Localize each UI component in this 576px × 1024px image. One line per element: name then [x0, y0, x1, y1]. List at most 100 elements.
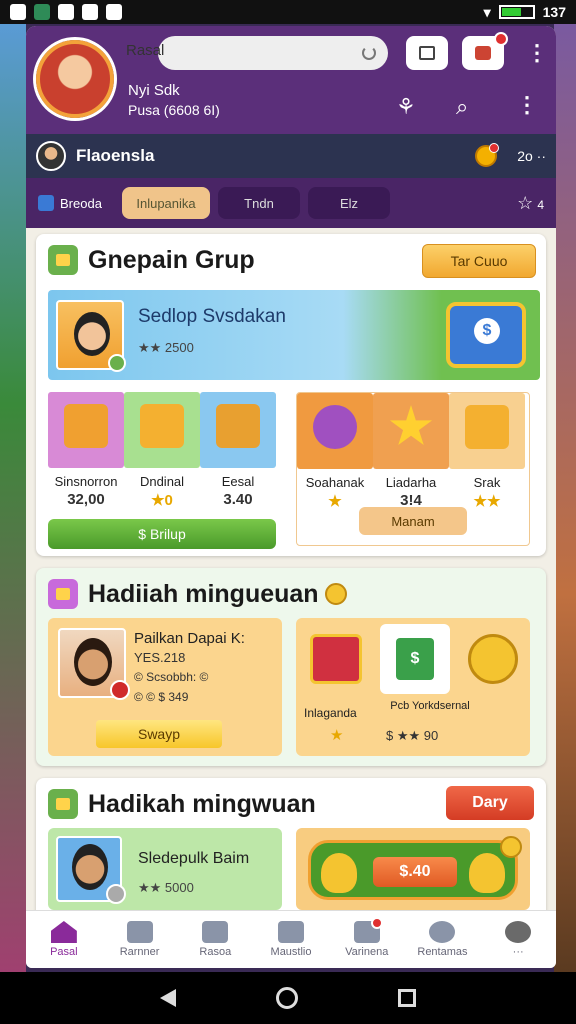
item-label: Eesal [221, 474, 255, 489]
group-action-button[interactable]: Tar Cuuo [422, 244, 536, 278]
search-icon[interactable]: ⌕ [456, 94, 468, 120]
player-name: Nyi Sdk [128, 82, 180, 99]
daily-button[interactable]: Dary [446, 786, 534, 820]
item-value: $ ★★ 90 [386, 728, 439, 743]
star-icon: ★ [330, 727, 344, 744]
reload-icon[interactable] [362, 46, 376, 60]
profile-avatar[interactable] [36, 40, 114, 118]
nav-label: ··· [512, 946, 524, 958]
safe-icon [446, 302, 526, 368]
item-label: Pcb Yorkdsernal [390, 700, 470, 712]
user-row: Flaoensla 2o ·· [26, 134, 556, 178]
tab-bar: Breoda Inlupanika Tndn Elz ☆ 4 [26, 178, 556, 228]
avatar[interactable] [36, 141, 66, 171]
notification-badge [494, 32, 508, 46]
item-label: Srak [473, 475, 501, 490]
favorites-star-icon[interactable]: ☆ 4 [517, 193, 544, 214]
reward-panel[interactable]: Pailkan Dapai K: YES.218 © Scsobbh: © © … [48, 618, 282, 756]
manage-button[interactable]: Manam [359, 507, 467, 535]
tab-elz[interactable]: Elz [308, 187, 390, 219]
game-background [554, 24, 576, 974]
coin-count: 2o ·· [517, 148, 546, 164]
profile-icon [429, 921, 456, 943]
item-value: ★0 [151, 492, 173, 509]
nav-item-profile[interactable]: Rentamas [405, 911, 481, 968]
mail-icon [48, 579, 78, 609]
list-item[interactable]: Eesal 3.40 [200, 392, 276, 509]
weekly-title: Sledepulk Baim [138, 850, 250, 867]
coin-jar-icon [465, 405, 509, 449]
tab-breoda[interactable]: Breoda [38, 187, 114, 219]
list-item[interactable]: Sinsnorron 32,00 [48, 392, 124, 509]
cash-icon [380, 624, 450, 694]
thumbs-up-icon [469, 853, 505, 893]
reward-title: Pailkan Dapai K: [134, 630, 245, 647]
buy-button[interactable]: $ Brilup [48, 519, 276, 549]
nav-item-shop[interactable]: Varinena [329, 911, 405, 968]
tab-label: Inlupanika [136, 195, 196, 211]
value-pill[interactable]: $.40 [373, 857, 457, 887]
tab-tndn[interactable]: Tndn [218, 187, 300, 219]
status-time: 137 [542, 4, 566, 20]
item-label: Sinsnorron [54, 474, 118, 489]
tab-inlupanika[interactable]: Inlupanika [122, 187, 210, 219]
app-notification-icon [34, 4, 50, 20]
coin-icon[interactable] [475, 143, 500, 167]
bottom-nav: Pasal Rarnner Rasoa Maustlio Varinena Re… [26, 910, 556, 968]
nav-item-rocket[interactable]: Rarnner [102, 911, 178, 968]
nav-item-calendar[interactable]: Rasoa [177, 911, 253, 968]
item-value: 32,00 [67, 491, 105, 508]
home-icon [50, 921, 77, 943]
nav-item-home[interactable]: Pasal [26, 911, 102, 968]
weekly-reward-card: Hadiiah mingueuan Pailkan Dapai K: YES.2… [36, 568, 546, 766]
gift-button[interactable] [462, 32, 508, 70]
reward-detail: © Scsobbh: © [134, 670, 209, 684]
coin-icon [324, 583, 347, 605]
list-item[interactable]: Srak ★★ [449, 393, 525, 510]
more-icon[interactable]: ⋮ [516, 94, 538, 116]
back-icon[interactable] [160, 989, 176, 1007]
list-item[interactable]: Soahanak ★ [297, 393, 373, 510]
reward-detail: © © $ 349 [134, 690, 189, 704]
star-icon [389, 405, 433, 446]
notification-icon [10, 4, 26, 20]
notification-badge [489, 143, 500, 153]
list-item[interactable]: Dndinal ★0 [124, 392, 200, 509]
notification-badge [370, 917, 383, 929]
tabs-button[interactable] [406, 36, 448, 70]
weekly-panel[interactable]: Sledepulk Baim ★★ 5000 [48, 828, 282, 910]
notification-icon [106, 4, 122, 20]
avatar [58, 628, 130, 700]
nav-label: Rarnner [119, 946, 160, 958]
nav-item-settings[interactable]: ··· [480, 911, 556, 968]
recents-icon[interactable] [398, 989, 416, 1007]
tab-label: Elz [339, 195, 359, 211]
game-background [0, 24, 26, 974]
system-nav-bar [0, 972, 576, 1024]
featured-banner[interactable]: Sedlop Svsdakan ★★ 2500 [48, 290, 540, 380]
item-label: Inlaganda [304, 706, 357, 720]
notification-icon [82, 4, 98, 20]
nav-item-mail[interactable]: Maustlio [253, 911, 329, 968]
claim-button[interactable]: Swayp [96, 720, 222, 748]
gift-icon [475, 46, 491, 60]
banner-stars: ★★ 2500 [138, 340, 194, 355]
item-label: Liadarha [385, 475, 437, 490]
battery-icon [498, 5, 535, 19]
nav-label: Rasoa [199, 946, 232, 958]
nav-label: Varinena [345, 946, 389, 958]
item-label: Dndinal [139, 474, 185, 489]
nav-label: Pasal [50, 946, 78, 958]
run-icon[interactable]: ⚘ [396, 94, 416, 120]
level-badge-icon [108, 354, 126, 372]
address-bar[interactable] [158, 36, 388, 70]
home-button-icon[interactable] [276, 987, 298, 1009]
list-item[interactable]: Liadarha 3!4 [373, 393, 449, 510]
reward-items-panel[interactable]: Inlaganda ★ Pcb Yorkdsernal $ ★★ 90 [296, 618, 530, 756]
card-title: Gnepain Grup [88, 245, 255, 274]
items-grid-left: Sinsnorron 32,00 Dndinal ★0 Eesal 3.40 $… [48, 392, 278, 549]
calendar-icon [202, 921, 229, 943]
menu-icon[interactable]: ⋮ [526, 42, 548, 64]
weekly-reward-panel[interactable]: $.40 [296, 828, 530, 910]
gift-icon [48, 789, 78, 819]
